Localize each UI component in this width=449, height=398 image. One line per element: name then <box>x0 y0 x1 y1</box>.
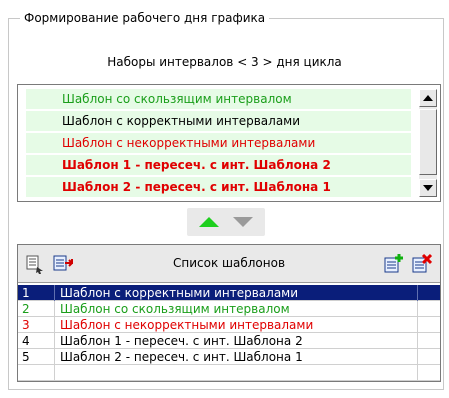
row-name: Шаблон с некорректными интервалами <box>56 317 418 333</box>
row-number: 4 <box>18 333 55 349</box>
copy-template-icon <box>53 255 73 271</box>
table-row[interactable]: 4 Шаблон 1 - пересеч. с инт. Шаблона 2 <box>18 333 440 349</box>
delete-template-icon <box>412 253 432 273</box>
table-row-empty[interactable] <box>18 365 440 381</box>
table-row[interactable]: 1 Шаблон с корректными интервалами <box>18 285 440 301</box>
move-down-button[interactable] <box>229 212 257 232</box>
copy-template-button[interactable] <box>52 253 74 275</box>
grid-header: Список шаблонов <box>18 245 440 283</box>
move-buttons-panel <box>187 208 265 236</box>
move-up-button[interactable] <box>195 212 223 232</box>
row-number-empty <box>18 365 55 381</box>
row-number: 2 <box>18 301 55 317</box>
list-item-label: Шаблон с корректными интервалами <box>62 114 301 128</box>
grid-header-title: Список шаблонов <box>172 256 286 270</box>
row-number: 1 <box>18 285 55 301</box>
list-item-label: Шаблон со скользящим интервалом <box>62 92 292 106</box>
interval-sets-subtitle: Наборы интервалов < 3 > дня цикла <box>107 55 342 69</box>
list-item-label: Шаблон 2 - пересеч. с инт. Шаблона 1 <box>62 180 331 194</box>
delete-template-button[interactable] <box>410 253 432 275</box>
list-item[interactable]: Шаблон 2 - пересеч. с инт. Шаблона 1 <box>26 177 411 197</box>
scroll-down-icon <box>423 185 433 191</box>
row-name: Шаблон 2 - пересеч. с инт. Шаблона 1 <box>56 349 418 365</box>
arrow-up-icon <box>199 217 219 227</box>
row-name: Шаблон со скользящим интервалом <box>56 301 418 317</box>
list-item[interactable]: Шаблон 1 - пересеч. с инт. Шаблона 2 <box>26 155 411 175</box>
table-row[interactable]: 2 Шаблон со скользящим интервалом <box>18 301 440 317</box>
select-button[interactable] <box>24 253 46 275</box>
list-item[interactable]: Шаблон с некорректными интервалами <box>26 133 411 153</box>
row-name: Шаблон 1 - пересеч. с инт. Шаблона 2 <box>56 333 418 349</box>
row-name: Шаблон с корректными интервалами <box>56 285 418 301</box>
list-item-label: Шаблон 1 - пересеч. с инт. Шаблона 2 <box>62 158 331 172</box>
list-scrollbar[interactable] <box>419 89 437 197</box>
table-row[interactable]: 5 Шаблон 2 - пересеч. с инт. Шаблона 1 <box>18 349 440 365</box>
add-template-icon <box>384 254 403 273</box>
list-item-label: Шаблон с некорректными интервалами <box>62 136 316 150</box>
list-item[interactable]: Шаблон со скользящим интервалом <box>26 89 411 109</box>
row-name-empty <box>56 365 418 381</box>
interval-sets-list[interactable]: Шаблон со скользящим интервалом Шаблон с… <box>17 84 441 202</box>
scroll-up-icon <box>423 95 433 101</box>
row-number: 5 <box>18 349 55 365</box>
templates-grid: Список шаблонов 1 Шаблон с корректными и… <box>17 244 441 382</box>
list-item[interactable]: Шаблон с корректными интервалами <box>26 111 411 131</box>
scroll-down-button[interactable] <box>419 179 437 197</box>
scroll-up-button[interactable] <box>419 89 437 107</box>
add-template-button[interactable] <box>382 253 404 275</box>
arrow-down-icon <box>233 217 253 227</box>
select-icon <box>26 255 43 274</box>
group-title: Формирование рабочего дня графика <box>20 10 270 26</box>
row-number: 3 <box>18 317 55 333</box>
scroll-thumb[interactable] <box>419 109 437 175</box>
table-row[interactable]: 3 Шаблон с некорректными интервалами <box>18 317 440 333</box>
